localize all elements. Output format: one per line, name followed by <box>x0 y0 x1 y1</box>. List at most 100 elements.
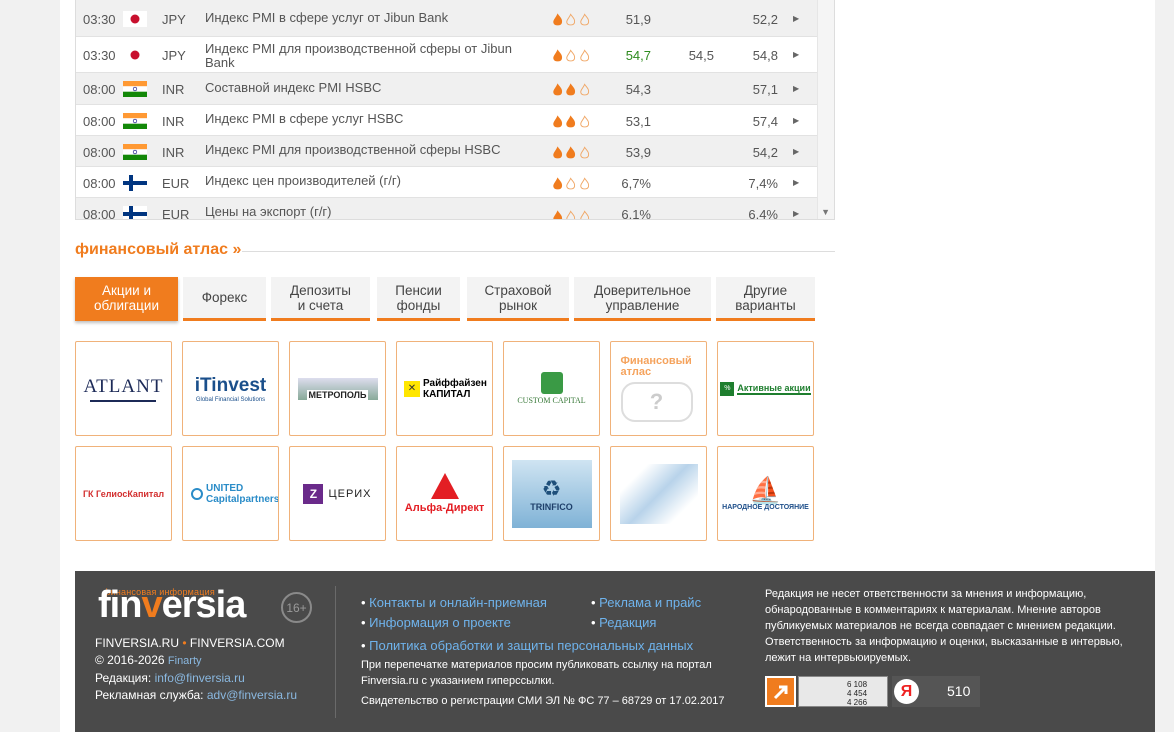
ship-icon: ⛵ <box>749 475 782 505</box>
table-row[interactable]: 03:30 JPY Индекс PMI в сфере услуг от Jibu… <box>76 0 818 37</box>
tab-other[interactable]: Другие варианты <box>716 277 815 321</box>
event-title[interactable]: Индекс PMI в сфере услуг от Jibun Bank <box>205 11 545 25</box>
about-link[interactable]: Информация о проекте <box>361 615 511 630</box>
logo-alfa-direct[interactable]: Альфа-Директ <box>396 446 493 541</box>
volatility <box>552 13 592 27</box>
volatility-flame-icon <box>553 210 563 219</box>
editors-link[interactable]: Редакция <box>591 615 656 630</box>
footer-logo[interactable]: finversia <box>98 584 247 627</box>
active-stocks-icon: % <box>720 381 735 396</box>
logo-active-stocks[interactable]: % Активные акции <box>717 341 814 436</box>
scroll-down-icon[interactable]: ▼ <box>821 207 830 217</box>
event-currency: INR <box>162 145 185 160</box>
trinfico-icon: ♻ <box>541 475 562 501</box>
in-flag-icon <box>123 113 147 129</box>
tab-forex[interactable]: Форекс <box>183 277 266 321</box>
expand-arrow-icon[interactable]: ▶ <box>793 84 799 93</box>
reprint-note: При перепечатке материалов просим публик… <box>361 659 712 687</box>
expand-arrow-icon[interactable]: ▶ <box>793 116 799 125</box>
logo-metropol[interactable]: МЕТРОПОЛЬ <box>289 341 386 436</box>
logo-zerich[interactable]: Z ЦЕРИХ <box>289 446 386 541</box>
table-row[interactable]: 08:00 EUR Индекс цен производителей (г/г) 6… <box>76 167 818 198</box>
liveinternet-counter[interactable] <box>765 676 796 707</box>
owner-link[interactable]: Finarty <box>168 655 202 667</box>
volatility-flame-icon <box>579 115 589 128</box>
event-fact: 51,9 <box>625 12 651 27</box>
event-title[interactable]: Индекс PMI для производственной сферы HS… <box>205 143 545 157</box>
privacy-policy-link[interactable]: Политика обработки и защиты персональных… <box>361 638 693 653</box>
event-time: 08:00 <box>83 114 116 129</box>
expand-arrow-icon[interactable]: ▶ <box>793 209 799 218</box>
event-currency: INR <box>162 114 185 129</box>
logo-text: UNITED Capitalpartners <box>206 482 279 505</box>
ads-email-link[interactable]: adv@finversia.ru <box>207 688 297 702</box>
scrollbar[interactable]: ▼ <box>817 0 834 219</box>
volatility-flame-icon <box>566 177 576 190</box>
logo-partner-blue[interactable] <box>610 446 707 541</box>
event-fact: 54,3 <box>625 82 651 97</box>
logo-narodnoe-dostoyanie[interactable]: ⛵ НАРОДНОЕ ДОСТОЯНИЕ <box>717 446 814 541</box>
cloud-question-icon: ? <box>620 381 693 422</box>
yandex-counter[interactable]: Я 510 <box>892 676 980 707</box>
event-title[interactable]: Составной индекс PMI HSBC <box>205 81 545 95</box>
event-title[interactable]: Цены на экспорт (г/г) <box>205 205 545 219</box>
expand-arrow-icon[interactable]: ▶ <box>793 147 799 156</box>
logo-custom-capital[interactable]: CUSTOM CAPITAL <box>503 341 600 436</box>
logo-part: ersia <box>161 584 247 626</box>
logo-text: Альфа-Директ <box>404 502 485 514</box>
table-row[interactable]: 08:00 INR Индекс PMI в сфере услуг HSBC 53,… <box>76 105 818 136</box>
event-currency: INR <box>162 82 185 97</box>
volatility <box>552 115 592 129</box>
logo-helios-capital[interactable]: ГК ГелиосКапитал <box>75 446 172 541</box>
expand-arrow-icon[interactable]: ▶ <box>793 50 799 59</box>
event-currency: JPY <box>162 12 186 27</box>
footer: финансовая информация finversia 16+ FINV… <box>75 571 1155 732</box>
table-row[interactable]: 08:00 EUR Цены на экспорт (г/г) 6,1% 6,4% ▶ <box>76 198 818 220</box>
volatility-flame-icon <box>553 146 563 159</box>
logo-raiffeisen[interactable]: ✕ Райффайзен КАПИТАЛ <box>396 341 493 436</box>
logo-atlant[interactable]: ATLANT <box>75 341 172 436</box>
economic-calendar-table: 08:00 EUR Цены на экспорт (г/г) 6,1% 6,4% ▶ 08… <box>75 0 835 220</box>
table-row[interactable]: 08:00 INR Составной индекс PMI HSBC 54,3 57,… <box>76 73 818 105</box>
event-time: 08:00 <box>83 145 116 160</box>
event-title[interactable]: Индекс PMI в сфере услуг HSBC <box>205 112 545 126</box>
site-name: FINVERSIA.COM <box>189 636 285 650</box>
event-title[interactable]: Индекс цен производителей (г/г) <box>205 174 545 188</box>
partner-blue-graphic <box>619 463 698 524</box>
tab-insurance[interactable]: Страховой рынок <box>467 277 569 321</box>
event-previous: 54,8 <box>752 48 778 63</box>
event-title[interactable]: Индекс PMI для производственной сферы от… <box>205 42 545 70</box>
volatility-flame-icon <box>579 210 589 219</box>
expand-arrow-icon[interactable]: ▶ <box>793 178 799 187</box>
logo-text: Райффайзен КАПИТАЛ <box>423 377 487 400</box>
volatility-flame-icon <box>553 83 563 96</box>
tab-pension-funds[interactable]: Пенсии фонды <box>377 277 460 321</box>
logo-text: ЦЕРИХ <box>328 487 372 500</box>
tab-trust-management[interactable]: Доверительное управление <box>574 277 711 321</box>
tab-stocks-bonds[interactable]: Акции и облигации <box>75 277 178 321</box>
contacts-link[interactable]: Контакты и онлайн-приемная <box>361 595 547 610</box>
event-previous: 57,1 <box>752 82 778 97</box>
tab-deposits[interactable]: Депозиты и счета <box>271 277 370 321</box>
ucp-icon <box>191 487 203 500</box>
logo-united-capital-partners[interactable]: UNITED Capitalpartners <box>182 446 279 541</box>
event-currency: EUR <box>162 207 190 220</box>
table-row[interactable]: 08:00 INR Индекс PMI для производственной … <box>76 136 818 167</box>
ads-price-link[interactable]: Реклама и прайс <box>591 595 701 610</box>
event-previous: 52,2 <box>752 12 778 27</box>
logo-trinfico[interactable]: ♻ TRINFICO <box>503 446 600 541</box>
volatility-flame-icon <box>553 177 563 190</box>
editorial-email-link[interactable]: info@finversia.ru <box>155 671 245 685</box>
logo-finatlas[interactable]: Финансовый атлас ? <box>610 341 707 436</box>
logo-underline <box>90 399 157 402</box>
bullet: • <box>182 636 187 650</box>
atlas-title-link[interactable]: финансовый атлас » <box>75 241 241 259</box>
logo-itinvest[interactable]: iTinvest Global Financial Solutions <box>182 341 279 436</box>
expand-arrow-icon[interactable]: ▶ <box>793 14 799 23</box>
stats-counter[interactable]: 6 108 4 454 4 266 <box>798 676 888 707</box>
volatility-flame-icon <box>579 177 589 190</box>
event-fact: 53,1 <box>625 114 651 129</box>
counter-value: 4 266 <box>847 698 868 707</box>
table-row[interactable]: 03:30 JPY Индекс PMI для производственной … <box>76 37 818 73</box>
counter-value: 4 454 <box>847 689 868 698</box>
